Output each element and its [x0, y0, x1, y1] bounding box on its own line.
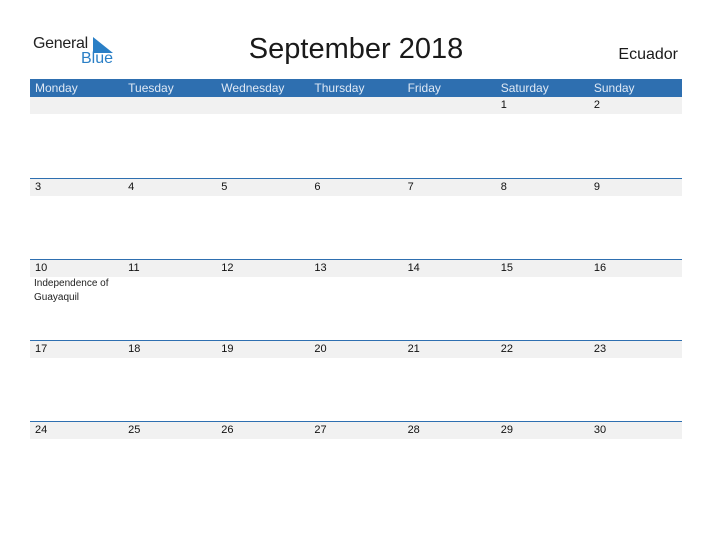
day-cell: 14 — [402, 260, 496, 340]
day-cell — [402, 97, 496, 178]
day-cell: 1 — [495, 97, 589, 178]
week-row: 12 — [30, 97, 682, 178]
day-cell — [216, 97, 310, 178]
day-cell: 24 — [30, 422, 124, 502]
weekday-header: Monday Tuesday Wednesday Thursday Friday… — [30, 79, 682, 97]
day-cell: 16 — [588, 260, 682, 340]
weekday-label: Tuesday — [128, 81, 174, 95]
day-number: 4 — [123, 179, 217, 196]
day-cell: 25 — [123, 422, 217, 502]
day-cell: 30 — [588, 422, 682, 502]
day-cell — [123, 97, 217, 178]
day-number: 22 — [495, 341, 589, 358]
day-number: 12 — [216, 260, 310, 277]
day-number: 20 — [309, 341, 403, 358]
day-number: 11 — [123, 260, 217, 277]
day-number: 15 — [495, 260, 589, 277]
weekday-label: Friday — [407, 81, 441, 95]
day-number: 18 — [123, 341, 217, 358]
day-cell — [309, 97, 403, 178]
day-number: 14 — [402, 260, 496, 277]
day-cell: 27 — [309, 422, 403, 502]
day-number — [309, 97, 403, 114]
day-cell: 17 — [30, 341, 124, 421]
day-cell: 26 — [216, 422, 310, 502]
day-cell: 5 — [216, 179, 310, 259]
day-cell: 4 — [123, 179, 217, 259]
page-title: September 2018 — [248, 33, 464, 65]
day-cell: 19 — [216, 341, 310, 421]
weekday-label: Sunday — [593, 81, 635, 95]
day-number — [30, 97, 124, 114]
day-cell: 22 — [495, 341, 589, 421]
day-number: 5 — [216, 179, 310, 196]
day-number: 25 — [123, 422, 217, 439]
day-cell: 12 — [216, 260, 310, 340]
day-number — [216, 97, 310, 114]
day-number: 21 — [402, 341, 496, 358]
weekday-label: Wednesday — [221, 81, 285, 95]
day-number: 29 — [495, 422, 589, 439]
day-number: 19 — [216, 341, 310, 358]
country-label: Ecuador — [618, 46, 678, 63]
day-cell: 15 — [495, 260, 589, 340]
day-cell: 2 — [588, 97, 682, 178]
day-number: 10 — [30, 260, 124, 277]
day-number — [402, 97, 496, 114]
day-cell: 29 — [495, 422, 589, 502]
week-row: 10 Independence of Guayaquil 11 12 13 14 15 16 — [30, 259, 682, 340]
week-row: 3456789 — [30, 178, 682, 259]
day-number: 24 — [30, 422, 124, 439]
day-cell: 20 — [309, 341, 403, 421]
day-cell: 21 — [402, 341, 496, 421]
weekday-label: Monday — [35, 81, 78, 95]
day-cell: 13 — [309, 260, 403, 340]
day-number: 2 — [588, 97, 682, 114]
day-cell: 11 — [123, 260, 217, 340]
day-cell: 28 — [402, 422, 496, 502]
day-number: 6 — [309, 179, 403, 196]
day-cell: 10 Independence of Guayaquil — [30, 260, 124, 340]
calendar-grid: Monday Tuesday Wednesday Thursday Friday… — [30, 79, 682, 502]
day-number: 3 — [30, 179, 124, 196]
day-number: 7 — [402, 179, 496, 196]
day-cell: 3 — [30, 179, 124, 259]
weeks-container: 1 2 3 4 5 6 7 8 9 10 Independence of Guayaquil 11 12… — [30, 97, 682, 502]
day-number: 26 — [216, 422, 310, 439]
day-cell: 7 — [402, 179, 496, 259]
day-number: 27 — [309, 422, 403, 439]
day-cell: 6 — [309, 179, 403, 259]
day-number: 17 — [30, 341, 124, 358]
day-number: 23 — [588, 341, 682, 358]
day-cell: 8 — [495, 179, 589, 259]
day-number — [123, 97, 217, 114]
day-number: 1 — [495, 97, 589, 114]
week-row: 17 18 19 20 21 22 23 — [30, 340, 682, 421]
weekday-label: Saturday — [500, 81, 549, 95]
week-row: 24 25 26 27 28 29 30 — [30, 421, 682, 502]
day-cell — [30, 97, 124, 178]
day-number: 9 — [588, 179, 682, 196]
day-cell: 18 — [123, 341, 217, 421]
day-cell: 9 — [588, 179, 682, 259]
day-number: 13 — [309, 260, 403, 277]
holiday-label: Independence of Guayaquil — [34, 278, 109, 303]
day-number: 8 — [495, 179, 589, 196]
day-number: 16 — [588, 260, 682, 277]
day-number: 30 — [588, 422, 682, 439]
weekday-label: Thursday — [314, 81, 365, 95]
day-number: 28 — [402, 422, 496, 439]
day-cell: 23 — [588, 341, 682, 421]
